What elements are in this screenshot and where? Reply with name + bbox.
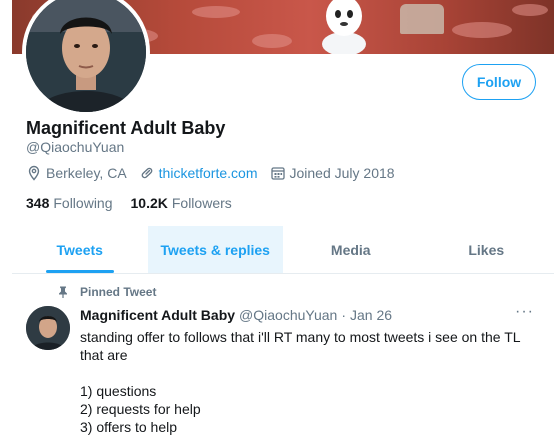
tweet-avatar-photo <box>26 306 70 350</box>
profile-stats: 348 Following 10.2K Followers <box>26 195 250 211</box>
following-label: Following <box>53 195 113 211</box>
followers-label: Followers <box>171 195 232 211</box>
tweet-date[interactable]: Jan 26 <box>350 307 392 323</box>
profile-website[interactable]: thicketforte.com <box>139 165 258 181</box>
profile-tabs: Tweets Tweets & replies Media Likes <box>12 226 554 274</box>
tweet-line-break <box>80 364 546 382</box>
tweet-line: 3) offers to help <box>80 419 178 435</box>
profile-handle: @QiaochuYuan <box>26 139 125 155</box>
profile-name: Magnificent Adult Baby <box>26 118 226 138</box>
link-icon <box>139 165 155 181</box>
tweet-line: standing offer to follows that i'll RT m… <box>80 329 521 363</box>
followers-stat[interactable]: 10.2K Followers <box>131 195 232 211</box>
follow-button[interactable]: Follow <box>462 64 536 100</box>
banner-leaf <box>452 22 512 38</box>
pinned-tweet[interactable]: Pinned Tweet Magnificent Adult Baby @Qia… <box>12 275 554 446</box>
profile-location: Berkeley, CA <box>26 165 127 181</box>
tweet-text: standing offer to follows that i'll RT m… <box>80 328 546 436</box>
banner-snowman-figure <box>322 0 366 54</box>
calendar-icon <box>270 165 286 181</box>
banner-leaf <box>252 34 292 48</box>
banner-tombstone <box>400 4 444 34</box>
profile-meta: Berkeley, CA thicketforte.com Joined Jul… <box>26 165 407 181</box>
tweet-author-name[interactable]: Magnificent Adult Baby <box>80 307 235 323</box>
tweet-separator: · <box>341 307 346 323</box>
profile-joined: Joined July 2018 <box>270 165 395 181</box>
tweet-line: 1) questions <box>80 383 157 399</box>
banner-leaf <box>192 6 240 18</box>
pinned-indicator: Pinned Tweet <box>56 285 156 299</box>
tweet-author-handle[interactable]: @QiaochuYuan <box>239 307 337 323</box>
tab-media[interactable]: Media <box>283 226 419 273</box>
tweet-header: Magnificent Adult Baby @QiaochuYuan · Ja… <box>80 303 546 323</box>
tab-tweets[interactable]: Tweets <box>12 226 148 273</box>
tab-likes[interactable]: Likes <box>419 226 554 273</box>
more-options-icon[interactable]: ··· <box>515 303 534 321</box>
following-count: 348 <box>26 195 50 211</box>
website-link[interactable]: thicketforte.com <box>159 165 258 181</box>
tab-tweets-and-replies[interactable]: Tweets & replies <box>147 226 283 273</box>
profile-avatar[interactable] <box>22 0 150 116</box>
banner-leaf <box>512 4 548 16</box>
following-stat[interactable]: 348 Following <box>26 195 113 211</box>
location-pin-icon <box>26 165 42 181</box>
joined-text: Joined July 2018 <box>289 165 395 181</box>
followers-count: 10.2K <box>130 195 168 211</box>
pin-icon <box>56 285 70 299</box>
tweet-line: 2) requests for help <box>80 401 201 417</box>
tweet-author-avatar[interactable] <box>26 306 70 350</box>
avatar-photo <box>26 0 146 112</box>
pinned-label: Pinned Tweet <box>80 285 157 299</box>
location-text: Berkeley, CA <box>46 165 127 181</box>
